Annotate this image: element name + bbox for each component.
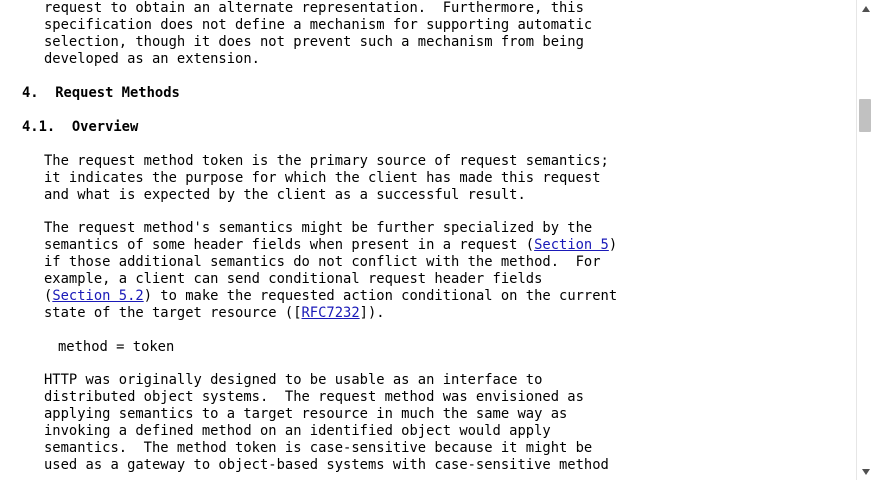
scroll-up-button[interactable] (857, 0, 874, 17)
text-line: semantics of some header fields when pre… (44, 237, 617, 254)
scroll-down-button[interactable] (857, 463, 874, 480)
text-line: request to obtain an alternate represent… (44, 0, 584, 16)
triangle-down-icon (861, 468, 870, 475)
section-5-link[interactable]: Section 5 (534, 237, 609, 253)
text-line: example, a client can send conditional r… (44, 271, 543, 287)
text-line: semantics. The method token is case-sens… (44, 440, 593, 456)
text-fragment: ) (608, 237, 618, 253)
subsection-heading: 4.1. Overview (22, 119, 139, 135)
text-line: state of the target resource ([RFC7232])… (44, 305, 385, 322)
vertical-scrollbar[interactable] (856, 0, 874, 480)
text-line: HTTP was originally designed to be usabl… (44, 372, 543, 388)
text-line: it indicates the purpose for which the c… (44, 170, 601, 186)
text-line: developed as an extension. (44, 51, 260, 67)
text-line: specification does not define a mechanis… (44, 17, 593, 33)
abnf-rule: method = token (58, 339, 175, 355)
text-line: selection, though it does not prevent su… (44, 34, 584, 50)
text-fragment: semantics of some header fields when pre… (44, 237, 535, 253)
text-fragment: ) to make the requested action condition… (143, 288, 618, 304)
triangle-up-icon (861, 5, 870, 12)
text-fragment: state of the target resource ([ (44, 305, 302, 321)
text-line: and what is expected by the client as a … (44, 187, 526, 203)
text-line: The request method's semantics might be … (44, 220, 593, 236)
text-line: (Section 5.2) to make the requested acti… (44, 288, 617, 305)
scrollbar-thumb[interactable] (859, 99, 871, 132)
text-line: invoking a defined method on an identifi… (44, 423, 551, 439)
document-view: request to obtain an alternate represent… (0, 0, 856, 480)
text-line: The request method token is the primary … (44, 153, 609, 169)
text-line: applying semantics to a target resource … (44, 406, 568, 422)
text-line: if those additional semantics do not con… (44, 254, 601, 270)
text-line: used as a gateway to object-based system… (44, 457, 609, 473)
text-fragment: ]). (359, 305, 385, 321)
rfc7232-link[interactable]: RFC7232 (302, 305, 360, 321)
section-heading: 4. Request Methods (22, 85, 180, 101)
section-5-2-link[interactable]: Section 5.2 (52, 288, 143, 304)
text-line: distributed object systems. The request … (44, 389, 584, 405)
